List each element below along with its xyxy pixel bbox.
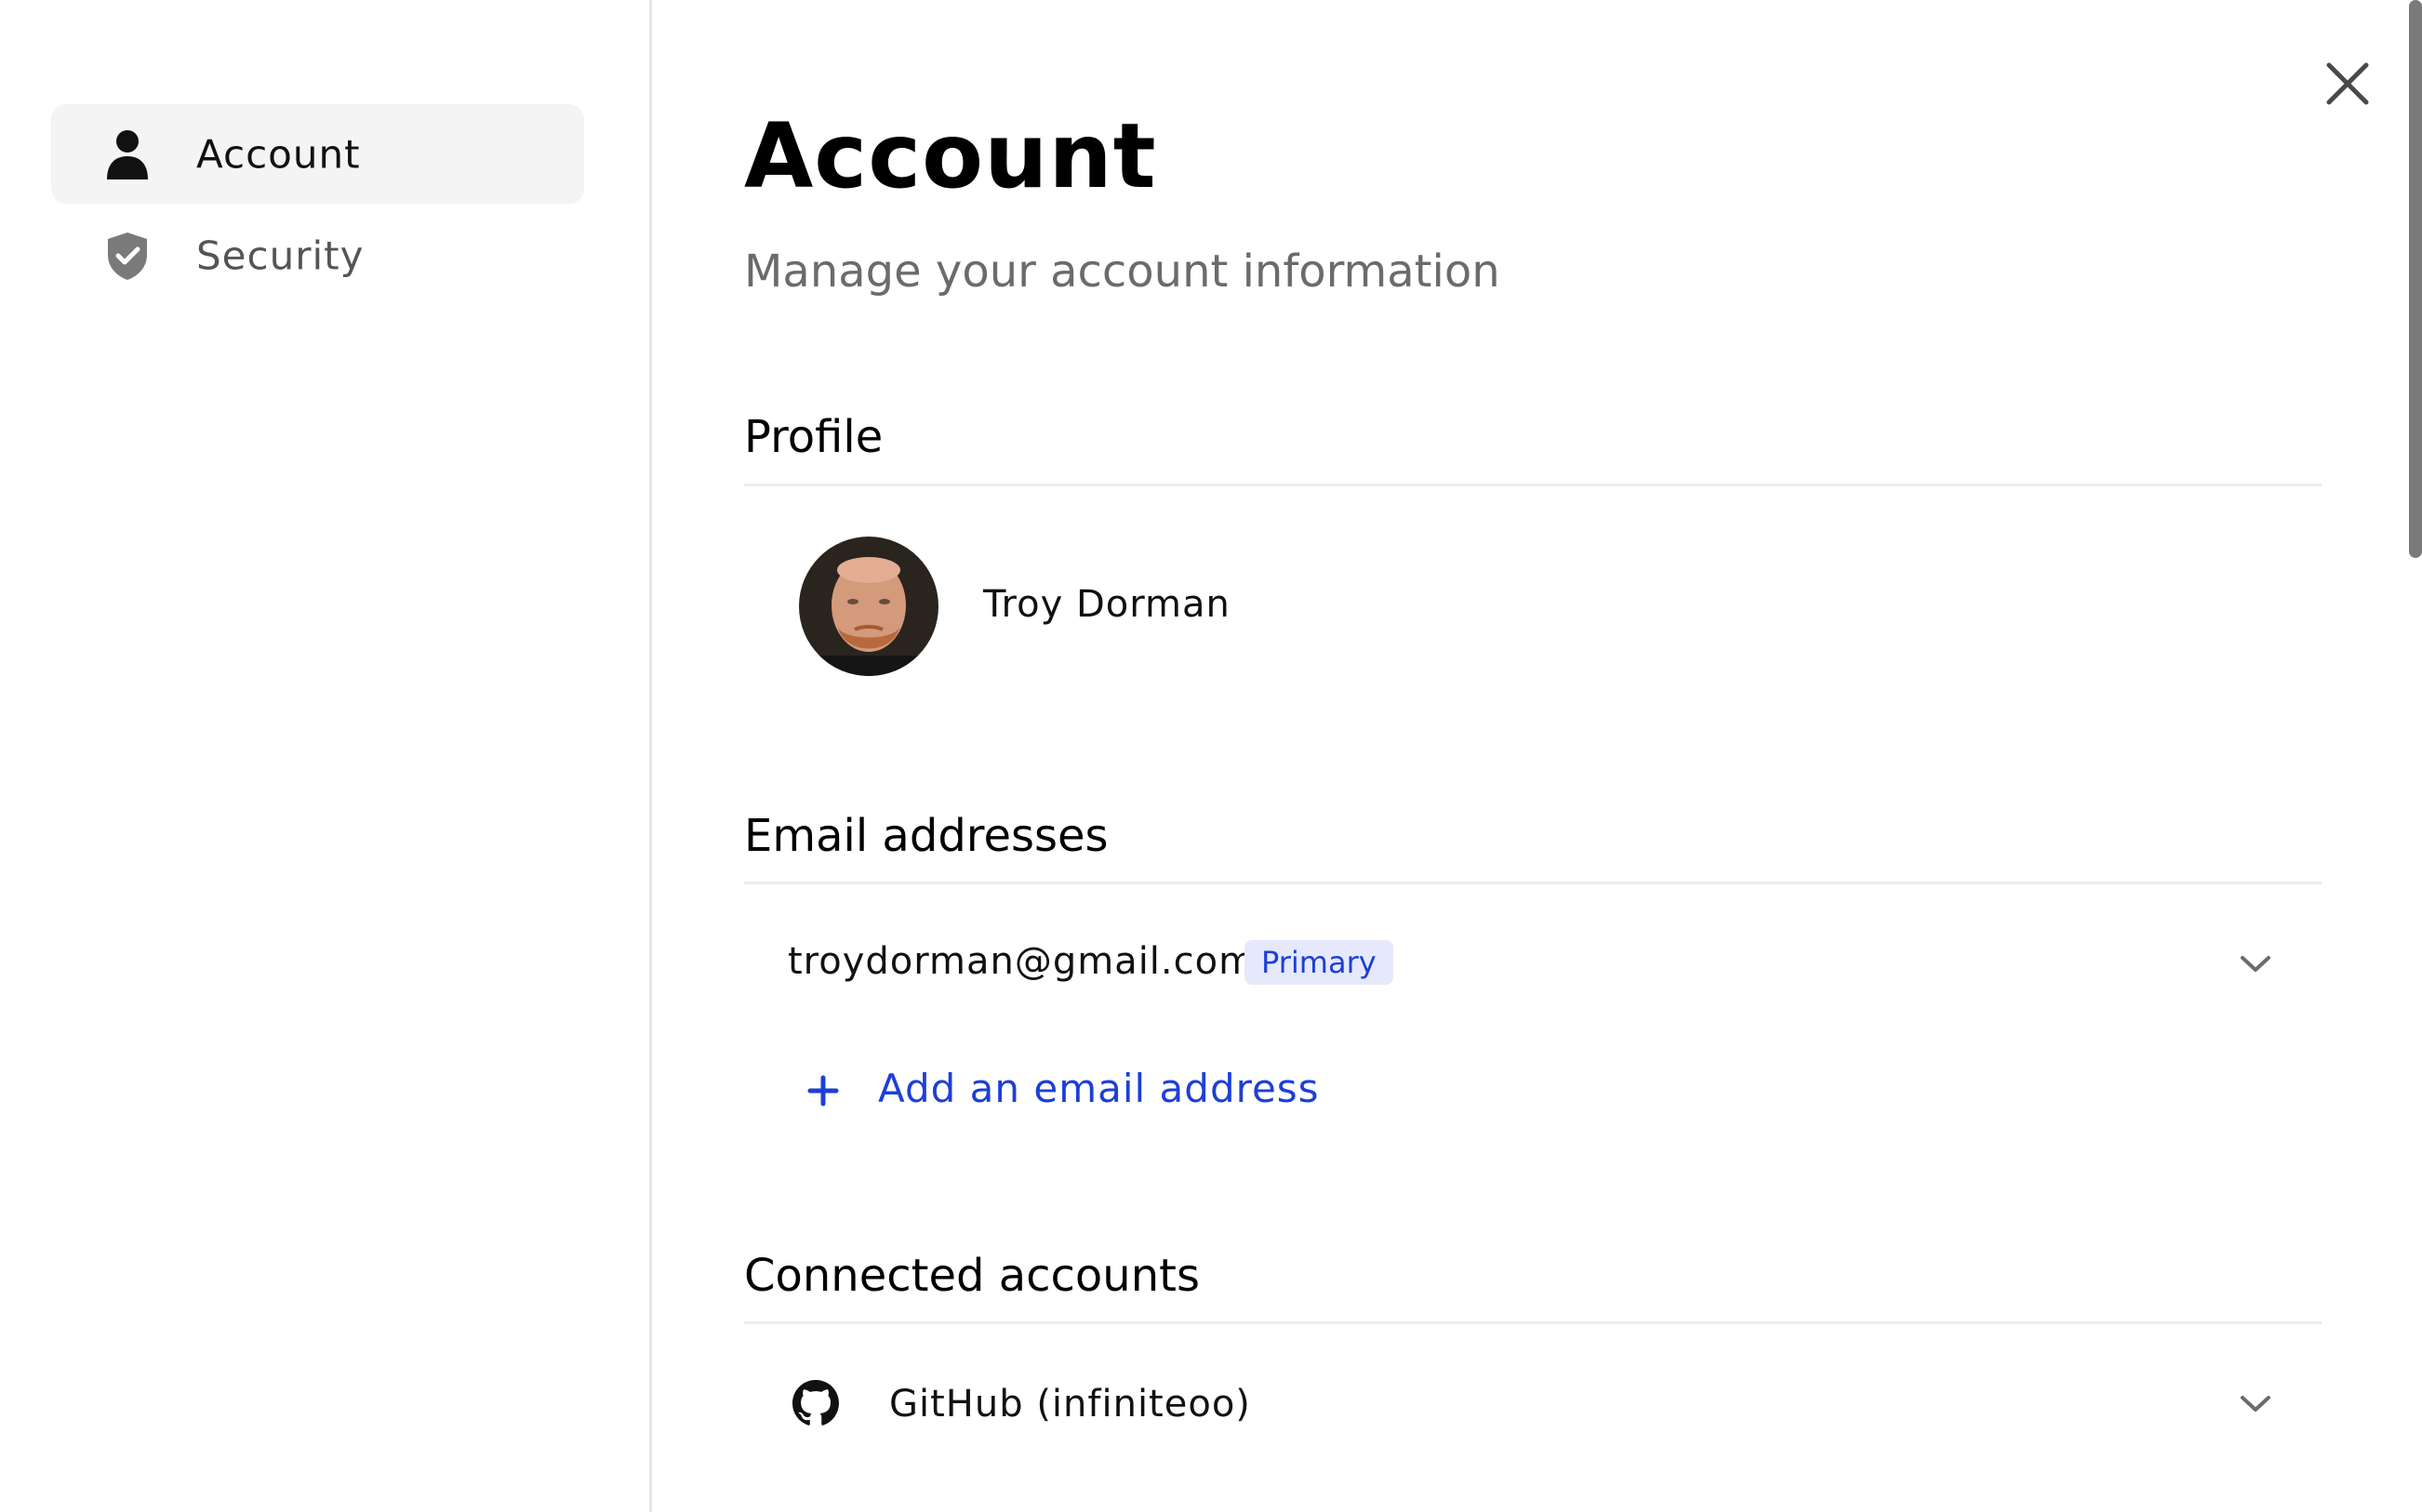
- profile-divider: [744, 484, 2322, 486]
- add-email-label: Add an email address: [878, 1066, 1320, 1111]
- chevron-down-icon[interactable]: [2240, 1395, 2271, 1413]
- plus-icon: [807, 1075, 839, 1107]
- avatar-photo: [799, 537, 938, 676]
- github-account-label: GitHub (infiniteoo): [889, 1383, 1251, 1426]
- page-title: Account: [744, 104, 1157, 208]
- page-subtitle: Manage your account information: [744, 245, 1500, 298]
- email-divider: [744, 882, 2322, 884]
- connected-section-title: Connected accounts: [744, 1250, 1200, 1302]
- close-icon[interactable]: [2322, 58, 2374, 110]
- shield-check-icon: [108, 232, 147, 280]
- connected-account-row[interactable]: GitHub (infiniteoo): [744, 1358, 2322, 1451]
- scrollbar[interactable]: [2409, 0, 2422, 558]
- email-row[interactable]: troydorman@gmail.com Primary: [744, 916, 2322, 1009]
- primary-badge: Primary: [1244, 940, 1393, 985]
- sidebar: Account Security: [0, 0, 652, 1512]
- github-icon: [792, 1380, 839, 1426]
- email-section-title: Email addresses: [744, 810, 1109, 862]
- sidebar-item-security[interactable]: Security: [51, 206, 584, 305]
- sidebar-item-label: Security: [196, 232, 365, 278]
- user-icon: [107, 129, 148, 179]
- profile-section-title: Profile: [744, 411, 884, 463]
- chevron-down-icon[interactable]: [2240, 955, 2271, 974]
- profile-name: Troy Dorman: [983, 583, 1231, 626]
- connected-divider: [744, 1321, 2322, 1324]
- email-address: troydorman@gmail.com: [788, 940, 1257, 983]
- avatar[interactable]: [799, 537, 938, 676]
- sidebar-item-account[interactable]: Account: [51, 104, 584, 204]
- sidebar-item-label: Account: [196, 131, 361, 177]
